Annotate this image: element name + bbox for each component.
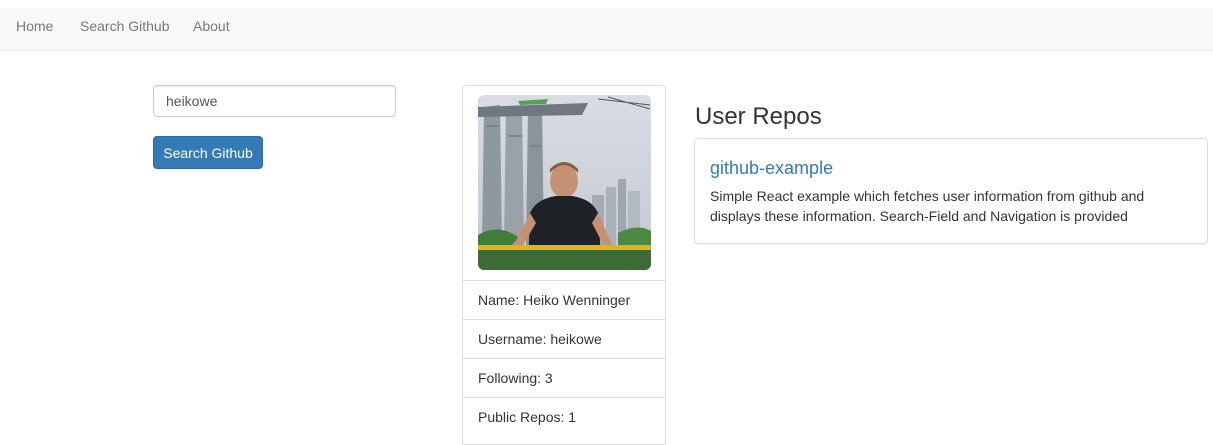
- profile-name: Name: Heiko Wenninger: [463, 280, 665, 319]
- repos-title: User Repos: [695, 103, 822, 130]
- navbar: Home Search Github About: [0, 8, 1213, 51]
- nav-link-about[interactable]: About: [193, 8, 230, 51]
- profile-following: Following: 3: [463, 358, 665, 397]
- repo-description: Simple React example which fetches user …: [710, 188, 1145, 224]
- search-input[interactable]: [153, 85, 396, 117]
- repo-name-link[interactable]: github-example: [710, 157, 833, 179]
- nav-link-search-github[interactable]: Search Github: [80, 8, 170, 51]
- avatar-photo: [478, 95, 651, 270]
- avatar: [478, 95, 651, 270]
- profile-public-repos: Public Repos: 1: [463, 397, 665, 436]
- nav-link-home[interactable]: Home: [16, 8, 53, 51]
- profile-username: Username: heikowe: [463, 319, 665, 358]
- search-github-button[interactable]: Search Github: [153, 136, 263, 169]
- repo-card: github-example Simple React example whic…: [694, 138, 1208, 244]
- profile-card: Name: Heiko Wenninger Username: heikowe …: [462, 85, 666, 445]
